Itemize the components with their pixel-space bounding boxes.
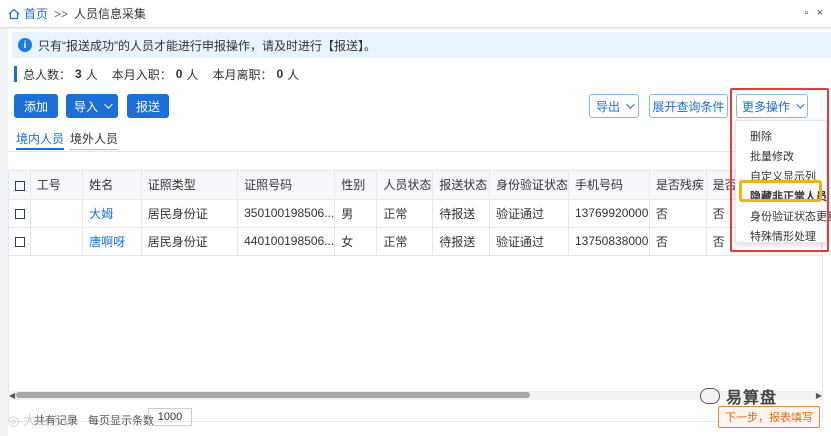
table-row[interactable]: 唐啊呀 居民身份证 440100198506... 女 正常 待报送 验证通过 … — [9, 227, 822, 256]
breadcrumb-bar: 首页 >> 人员信息采集 ▫ × — [0, 0, 831, 28]
select-all-checkbox[interactable] — [9, 171, 31, 200]
page-size-input[interactable]: 1000 — [148, 408, 192, 426]
stat-total-unit: 人 — [85, 67, 98, 82]
row-checkbox[interactable] — [9, 199, 31, 228]
table-header-row: 工号 姓名 证照类型 证照号码 性别 人员状态 报送状态 身份验证状态 手机号码… — [9, 171, 822, 200]
table-cell: 440100198506... — [237, 227, 336, 256]
info-icon: i — [18, 38, 32, 52]
tab-domestic-personnel[interactable]: 境内人员 — [16, 130, 65, 150]
tab-bar: 境内人员 境外人员 — [8, 126, 823, 152]
table-cell: 否 — [649, 227, 707, 256]
per-page-label: 每页显示条数 — [88, 415, 154, 427]
table-cell: 女 — [334, 227, 378, 256]
column-header[interactable]: 身份验证状态 — [489, 171, 569, 200]
table-cell — [30, 199, 84, 228]
column-header[interactable]: 姓名 — [82, 171, 142, 200]
table-cell: 验证通过 — [489, 199, 569, 228]
watermark-brand: 易算盘 — [700, 384, 777, 408]
scroll-left-icon[interactable]: ◀ — [9, 391, 15, 400]
tab-foreign-personnel[interactable]: 境外人员 — [70, 130, 119, 150]
next-step-button[interactable]: 下一步，报表填写 — [718, 406, 820, 428]
main-panel: i 只有“报送成功”的人员才能进行申报操作，请及时进行【报送】。 总人数： 3 … — [8, 30, 831, 436]
column-header[interactable]: 报送状态 — [432, 171, 490, 200]
person-name-link[interactable]: 大姆 — [82, 199, 142, 228]
column-header[interactable]: 工号 — [30, 171, 84, 200]
close-icon[interactable]: × — [817, 7, 823, 19]
chevron-down-icon — [626, 100, 635, 109]
red-annotation-box — [730, 88, 829, 252]
add-button[interactable]: 添加 — [14, 94, 58, 118]
wechat-icon — [700, 388, 720, 404]
table-cell — [30, 227, 84, 256]
table-cell: 350100198506... — [237, 199, 336, 228]
report-button[interactable]: 报送 — [127, 94, 169, 118]
table-cell: 13769920000 — [568, 199, 650, 228]
stats-summary: 总人数： 3 人 本月入职： 0 人 本月离职： 0 人 — [14, 66, 313, 82]
table-footer: 共有记录 每页显示条数 1000 — [8, 408, 823, 430]
column-header[interactable]: 性别 — [334, 171, 378, 200]
scrollbar-thumb[interactable] — [16, 392, 530, 398]
table-cell: 否 — [649, 199, 707, 228]
stat-left-unit: 人 — [287, 67, 300, 82]
table-cell: 居民身份证 — [141, 227, 239, 256]
table-cell: 正常 — [376, 227, 434, 256]
breadcrumb-separator: >> — [54, 6, 69, 21]
home-icon[interactable] — [8, 8, 20, 20]
table-cell: 13750838000 — [568, 227, 650, 256]
import-button-label: 导入 — [73, 99, 98, 114]
breadcrumb-home-link[interactable]: 首页 — [24, 5, 48, 22]
notice-banner: i 只有“报送成功”的人员才能进行申报操作，请及时进行【报送】。 — [12, 32, 831, 58]
import-button[interactable]: 导入 — [66, 94, 118, 118]
stat-left-value: 0 — [276, 67, 284, 81]
table-cell: 男 — [334, 199, 378, 228]
table-cell: 验证通过 — [489, 227, 569, 256]
table-cell: 待报送 — [432, 199, 490, 228]
table-cell: 正常 — [376, 199, 434, 228]
brand-text: 易算盘 — [726, 390, 778, 407]
stat-hired-label: 本月入职： — [111, 67, 172, 82]
column-header[interactable]: 是否残疾 — [649, 171, 707, 200]
chevron-down-icon — [104, 100, 113, 109]
scroll-right-icon[interactable]: ▶ — [816, 391, 822, 400]
export-button-label: 导出 — [595, 99, 620, 114]
notice-text: 只有“报送成功”的人员才能进行申报操作，请及时进行【报送】。 — [38, 38, 376, 53]
column-header[interactable]: 证照号码 — [237, 171, 336, 200]
expand-query-button[interactable]: 展开查询条件 — [649, 94, 728, 118]
table-cell: 居民身份证 — [141, 199, 239, 228]
stat-total-value: 3 — [75, 67, 82, 81]
restore-icon[interactable]: ▫ — [805, 7, 809, 19]
column-header[interactable]: 手机号码 — [568, 171, 650, 200]
column-header[interactable]: 证照类型 — [141, 171, 239, 200]
stat-hired-value: 0 — [175, 67, 183, 81]
window-controls: ▫ × — [805, 7, 823, 19]
stat-total-label: 总人数： — [23, 67, 72, 82]
row-checkbox[interactable] — [9, 227, 31, 256]
table-cell: 待报送 — [432, 227, 490, 256]
column-header[interactable]: 人员状态 — [376, 171, 434, 200]
watermark-left: ◎ 大山告诉 — [8, 413, 75, 428]
stat-hired-unit: 人 — [186, 67, 199, 82]
breadcrumb-current: 人员信息采集 — [74, 7, 147, 21]
export-button[interactable]: 导出 — [589, 94, 639, 118]
table-grid: 工号 姓名 证照类型 证照号码 性别 人员状态 报送状态 身份验证状态 手机号码… — [9, 171, 822, 256]
table-row[interactable]: 大姆 居民身份证 350100198506... 男 正常 待报送 验证通过 1… — [9, 199, 822, 228]
stat-left-label: 本月离职： — [212, 67, 273, 82]
person-name-link[interactable]: 唐啊呀 — [82, 227, 142, 256]
